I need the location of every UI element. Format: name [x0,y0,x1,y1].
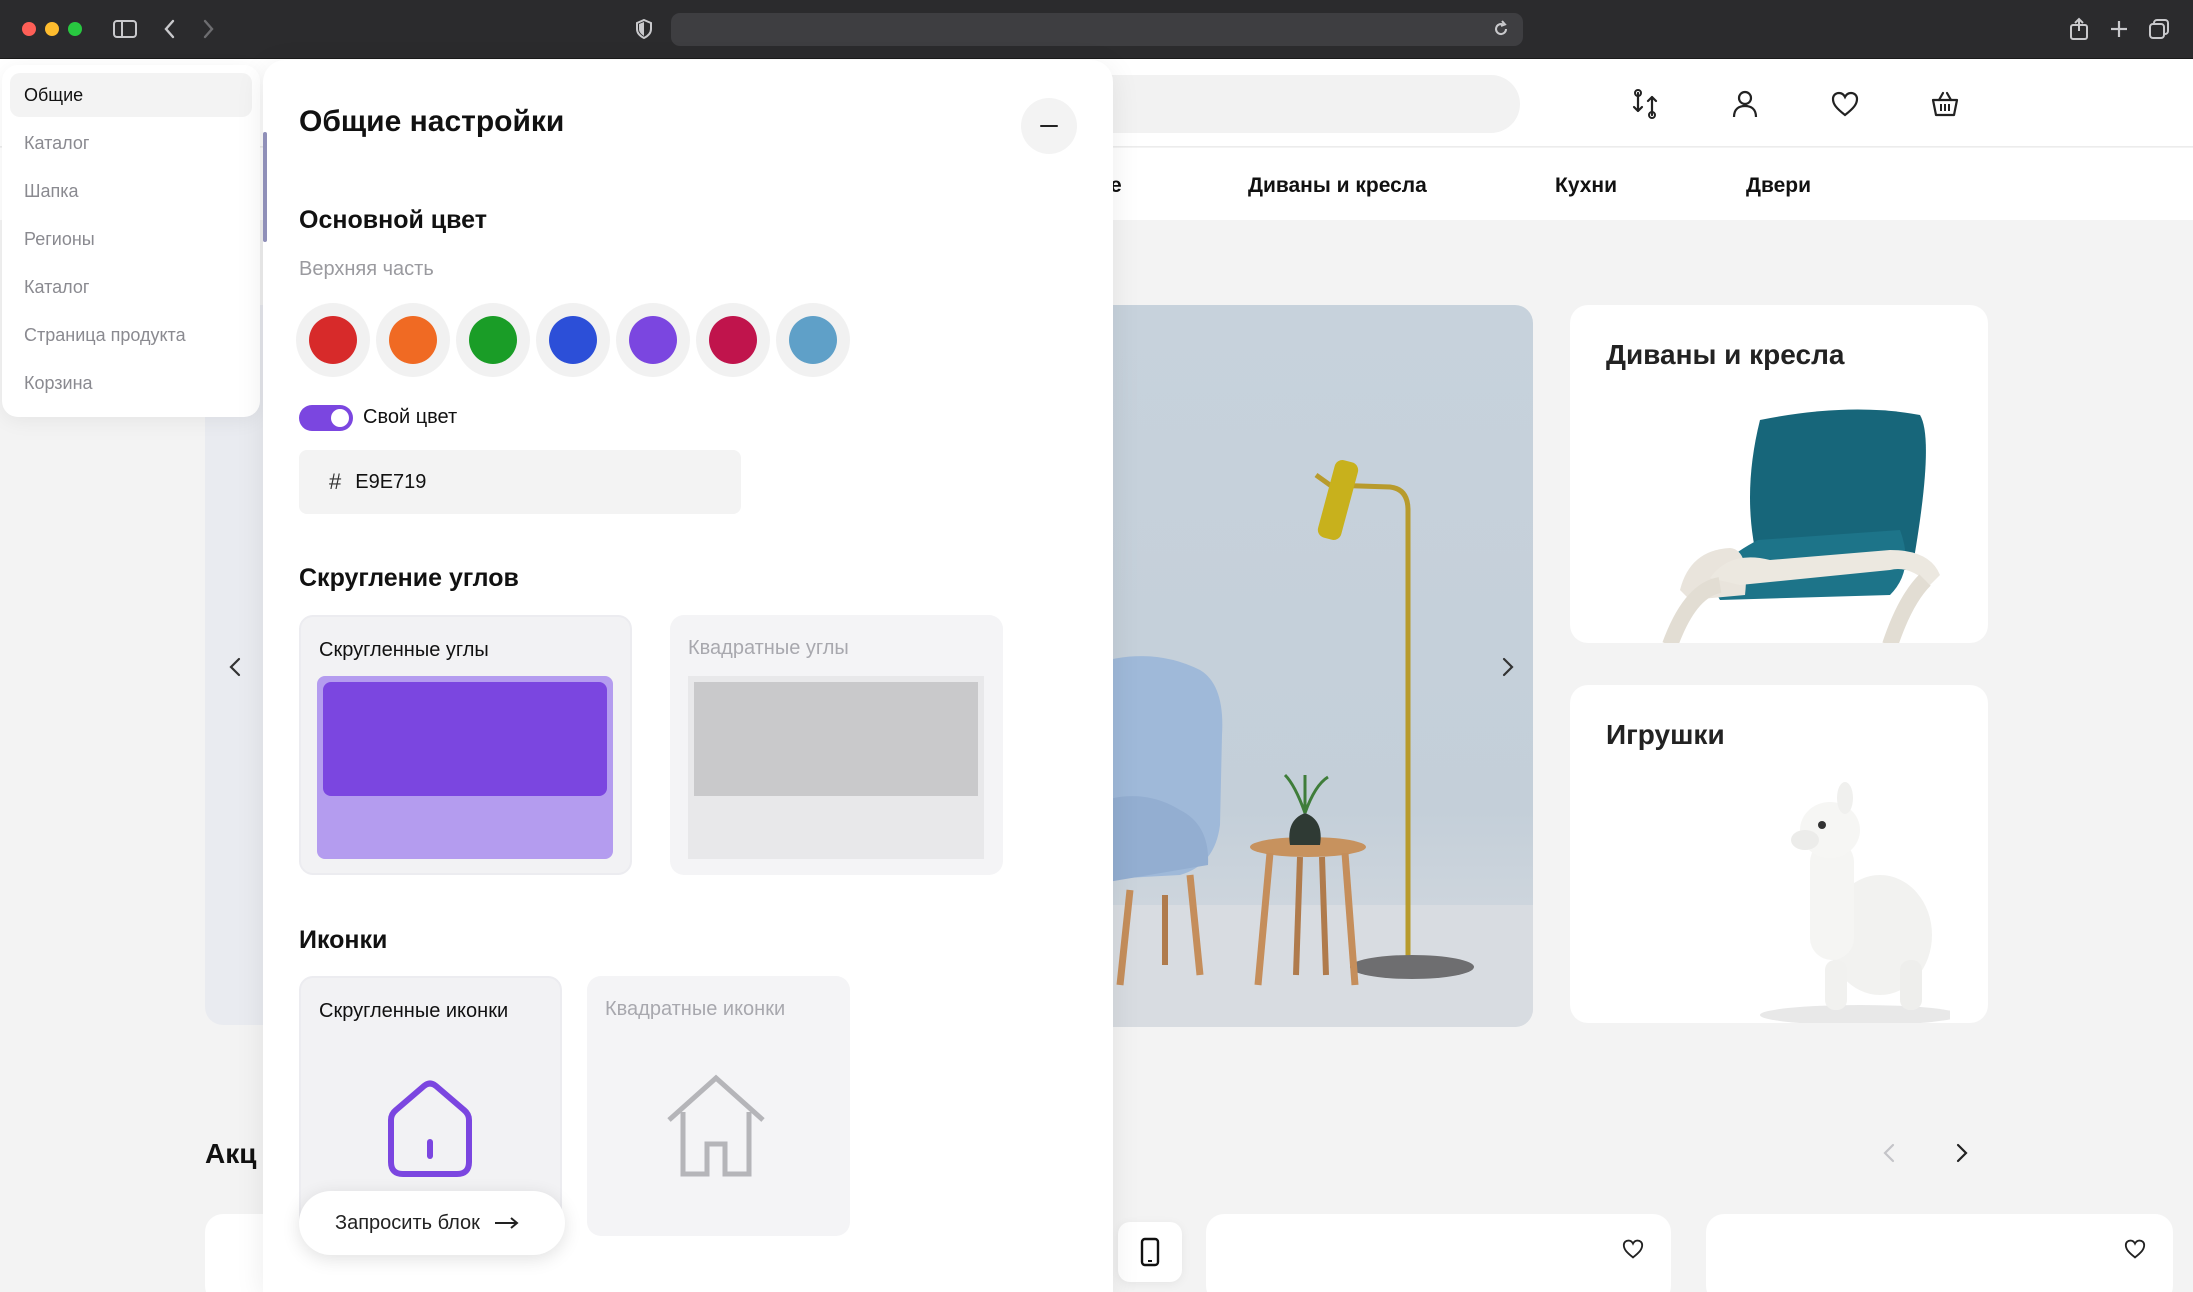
menu-item-product-page[interactable]: Страница продукта [10,313,252,357]
panel-title: Общие настройки [299,105,565,138]
menu-item-catalog-2[interactable]: Каталог [10,265,252,309]
square-icons-label: Квадратные иконки [605,998,786,1020]
minus-icon [1040,125,1058,127]
reload-icon[interactable] [1491,19,1511,39]
mobile-phone-icon [1140,1237,1160,1267]
site-search-input[interactable] [1080,75,1520,133]
menu-item-header[interactable]: Шапка [10,169,252,213]
color-swatch-crimson[interactable] [696,303,770,377]
sidebar-toggle-icon[interactable] [110,14,140,44]
close-window-button[interactable] [22,22,36,36]
share-icon[interactable] [2064,14,2094,44]
settings-menu: Общие Каталог Шапка Регионы Каталог Стра… [2,65,260,417]
color-swatch-lightblue[interactable] [776,303,850,377]
browser-toolbar [0,0,2193,59]
hero-interior-image [1090,305,1533,1027]
mobile-preview-button[interactable] [1118,1222,1182,1282]
square-house-icon [667,1074,765,1177]
menu-item-cart[interactable]: Корзина [10,361,252,405]
privacy-shield-icon[interactable] [632,14,656,44]
favorites-heart-icon[interactable] [1828,87,1862,121]
nav-item-sofas[interactable]: Диваны и кресла [1248,174,1427,198]
zoom-window-button[interactable] [68,22,82,36]
collapse-panel-button[interactable] [1021,98,1077,154]
custom-color-label: Свой цвет [363,406,458,428]
square-icons-option[interactable]: Квадратные иконки [587,976,850,1236]
color-swatch-blue[interactable] [536,303,610,377]
forward-icon[interactable] [196,14,220,44]
top-part-label: Верхняя часть [299,258,434,280]
back-icon[interactable] [158,14,182,44]
rounded-corners-preview [317,676,613,859]
hex-color-value: E9E719 [355,470,427,493]
hex-color-input[interactable]: # E9E719 [299,450,741,514]
promo-next-arrow-icon[interactable] [1946,1138,1976,1168]
square-corners-label: Квадратные углы [688,637,849,659]
arrow-right-icon [494,1217,519,1229]
color-swatch-purple[interactable] [616,303,690,377]
color-swatch-orange[interactable] [376,303,450,377]
menu-item-regions[interactable]: Регионы [10,217,252,261]
category-card-sofas[interactable]: Диваны и кресла [1570,305,1988,643]
rounded-house-icon [388,1080,472,1177]
plush-alpaca-image [1760,782,1950,1023]
request-block-label: Запросить блок [335,1211,480,1234]
armchair-image [1662,409,1940,643]
product-card[interactable] [1706,1214,2173,1292]
menu-item-catalog[interactable]: Каталог [10,121,252,165]
custom-color-toggle[interactable] [299,405,353,431]
general-settings-panel: Общие настройки Основной цвет Верхняя ча… [263,60,1113,1292]
icons-heading: Иконки [299,926,388,954]
category-title: Диваны и кресла [1606,339,1845,370]
tab-overview-icon[interactable] [2144,14,2174,44]
color-swatch-red[interactable] [296,303,370,377]
square-corners-option[interactable]: Квадратные углы [670,615,1003,875]
promo-prev-arrow-icon[interactable] [1875,1138,1905,1168]
product-card[interactable] [1206,1214,1671,1292]
hero-next-arrow-icon[interactable] [1492,652,1522,682]
hash-icon: # [329,469,342,494]
cart-basket-icon[interactable] [1928,87,1962,121]
rounded-icons-label: Скругленные иконки [319,1000,509,1022]
user-icon[interactable] [1728,87,1762,121]
square-corners-preview [688,676,984,859]
minimize-window-button[interactable] [45,22,59,36]
product-favorite-icon[interactable] [1620,1236,1646,1262]
nav-item-kitchens[interactable]: Кухни [1555,174,1617,198]
nav-item-doors[interactable]: Двери [1746,174,1811,198]
compare-icon[interactable] [1628,87,1662,121]
corner-rounding-heading: Скругление углов [299,564,519,592]
menu-item-general[interactable]: Общие [10,73,252,117]
rounded-corners-label: Скругленные углы [319,639,489,661]
category-card-toys[interactable]: Игрушки [1570,685,1988,1023]
new-tab-icon[interactable] [2104,14,2134,44]
address-bar[interactable] [671,13,1523,46]
category-title: Игрушки [1606,719,1725,750]
hero-prev-arrow-icon[interactable] [221,652,251,682]
request-block-button[interactable]: Запросить блок [299,1191,565,1255]
panel-scrollbar[interactable] [263,132,267,242]
color-swatch-green[interactable] [456,303,530,377]
rounded-corners-option[interactable]: Скругленные углы [299,615,632,875]
promo-section-title: Акц [205,1138,257,1169]
main-color-heading: Основной цвет [299,206,488,234]
product-favorite-icon[interactable] [2122,1236,2148,1262]
